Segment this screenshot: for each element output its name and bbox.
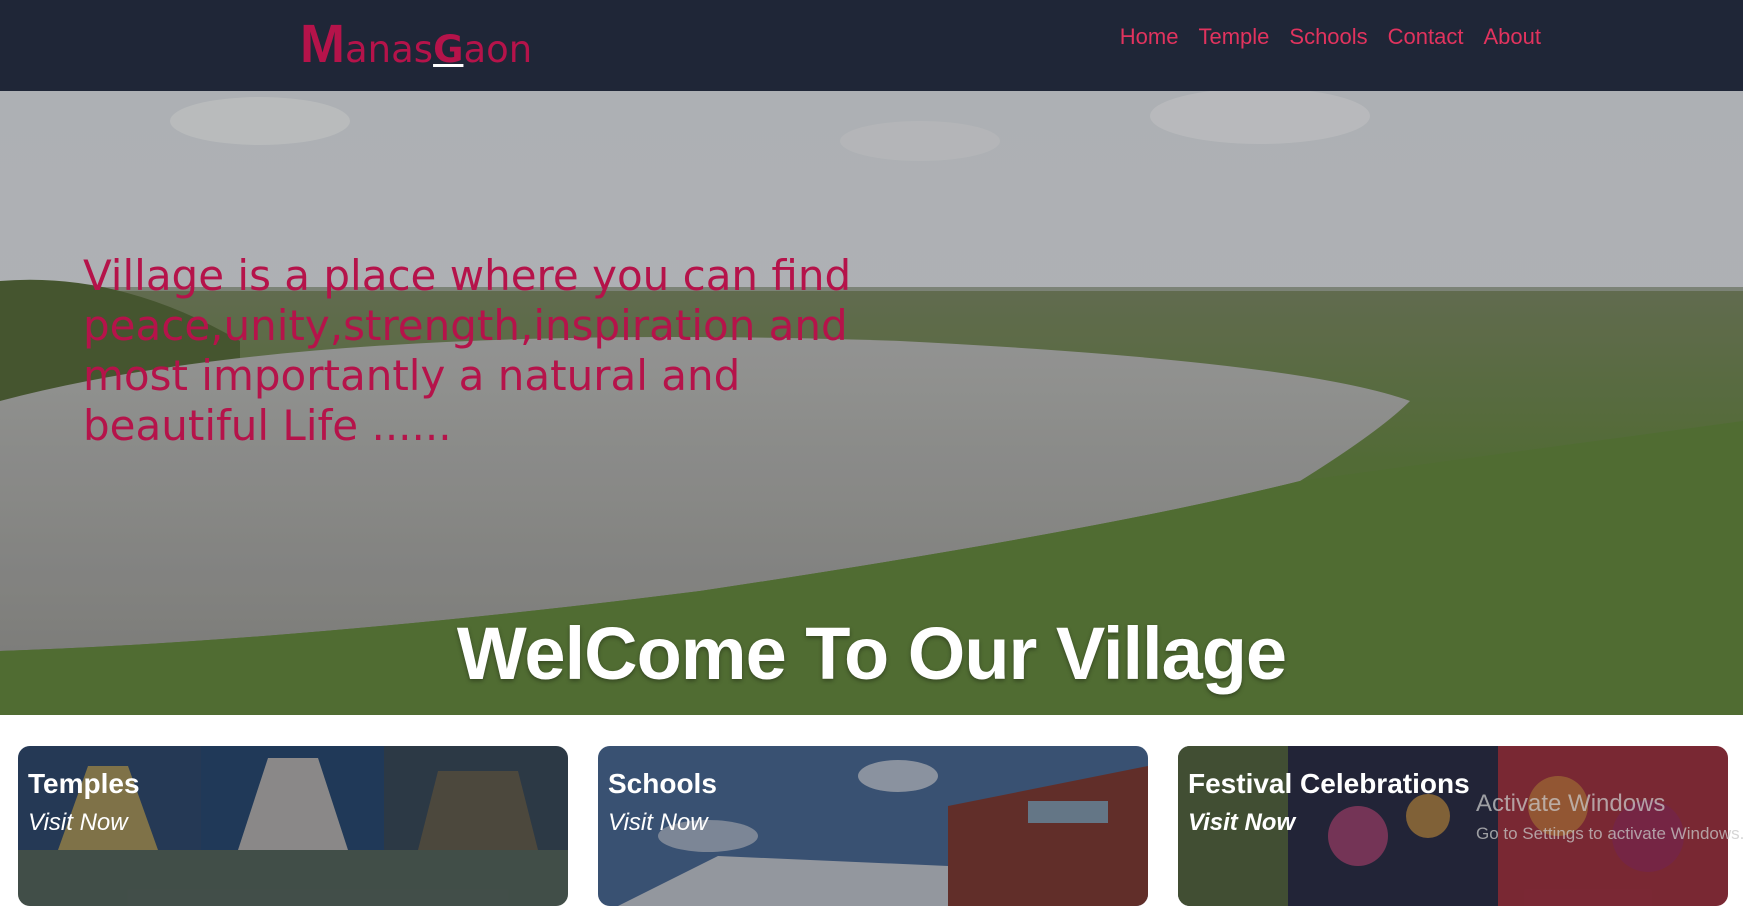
hero-quote: Village is a place where you can find pe… [83,251,852,450]
schools-visit-link[interactable]: Visit Now [608,809,708,837]
watermark-line2: Go to Settings to activate Windows. [1476,824,1743,843]
temples-visit-link[interactable]: Visit Now [28,809,128,837]
watermark-line1: Activate Windows [1476,790,1666,817]
hero-welcome-title: WelCome To Our Village [456,612,1287,695]
nav-link-temple[interactable]: Temple [1198,24,1269,50]
brand-letter-g: G [433,28,464,71]
nav-link-home[interactable]: Home [1120,24,1179,50]
brand-text-mid: anas [344,28,434,71]
nav-link-contact[interactable]: Contact [1388,24,1464,50]
festival-visit-link[interactable]: Visit Now [1188,809,1295,837]
temples-card[interactable]: Temples Visit Now [18,746,568,906]
navbar: ManasGaon Home Temple Schools Contact Ab… [0,0,1743,91]
nav-link-schools[interactable]: Schools [1289,24,1367,50]
nav-link-about[interactable]: About [1484,24,1542,50]
windows-activation-watermark: Activate Windows Go to Settings to activ… [1476,790,1743,844]
nav-links: Home Temple Schools Contact About [1120,24,1541,50]
festival-card-title: Festival Celebrations [1188,768,1470,799]
brand-logo[interactable]: ManasGaon [300,14,532,74]
brand-text-end: aon [463,28,533,71]
temples-card-title: Temples [28,768,140,799]
schools-card[interactable]: Schools Visit Now [598,746,1148,906]
schools-card-title: Schools [608,768,717,799]
hero-section: Village is a place where you can find pe… [0,91,1743,715]
brand-initial: M [300,14,345,74]
